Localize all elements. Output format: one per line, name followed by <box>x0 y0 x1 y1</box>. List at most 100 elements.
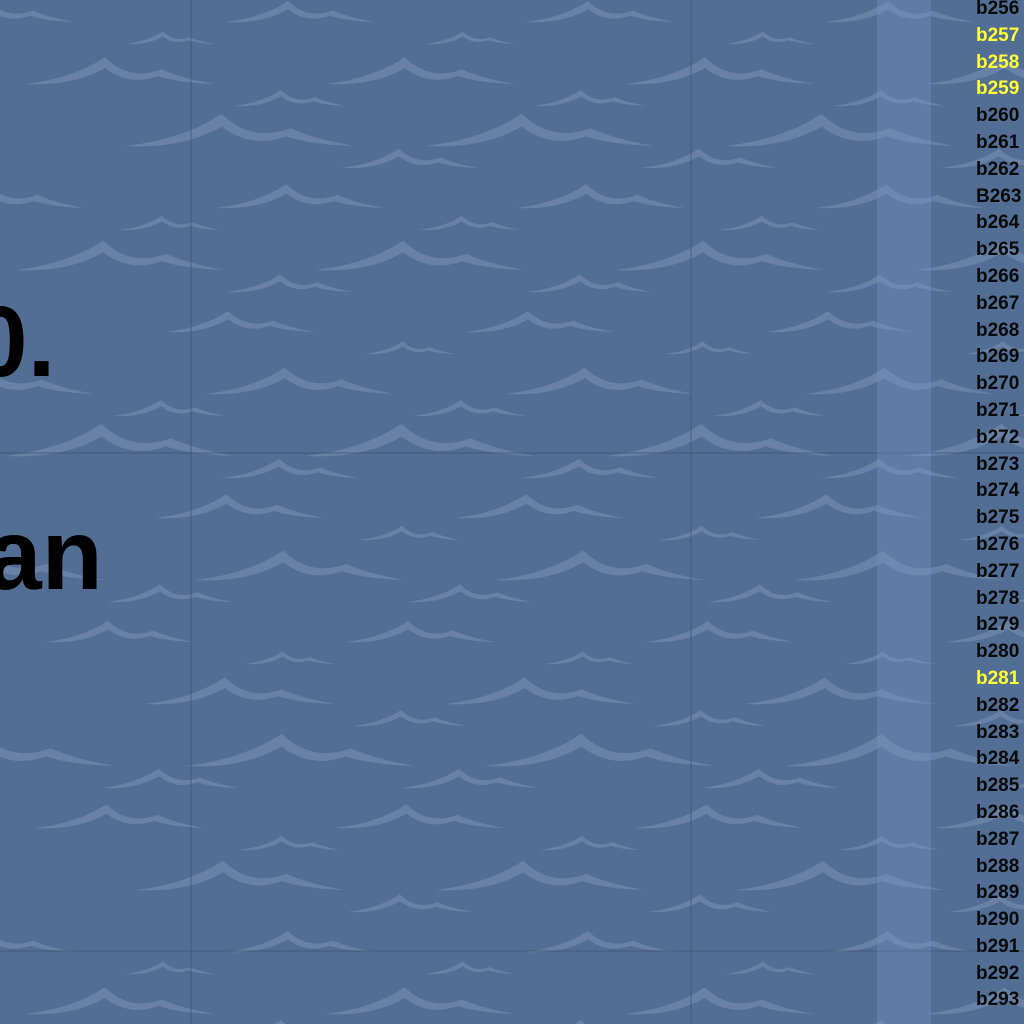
wave-mark <box>539 835 641 851</box>
wave-mark <box>647 894 773 913</box>
block-list-item[interactable]: b267 <box>976 291 1024 318</box>
grid-line-vertical <box>190 0 192 1024</box>
block-list-item[interactable]: b262 <box>976 157 1024 184</box>
wave-mark <box>239 835 341 851</box>
wave-mark <box>125 961 215 975</box>
wave-mark <box>227 274 353 293</box>
block-list-item[interactable]: b292 <box>976 961 1024 988</box>
wave-mark <box>435 860 645 891</box>
wave-mark <box>401 768 539 789</box>
wave-mark <box>641 148 779 169</box>
wave-mark <box>413 400 527 417</box>
wave-mark <box>315 240 525 271</box>
block-list: b256 b257 b258 b259 b260 b261 b262 B263 b264 b265… <box>976 0 1024 1024</box>
block-list-item[interactable]: b290 <box>976 907 1024 934</box>
wave-mark <box>719 215 821 231</box>
highlight-strip <box>877 0 931 1024</box>
wave-mark <box>215 184 385 209</box>
block-list-item[interactable]: b287 <box>976 827 1024 854</box>
wave-mark <box>713 400 827 417</box>
wave-mark <box>233 90 347 107</box>
block-list-item[interactable]: b283 <box>976 720 1024 747</box>
wave-mark <box>495 550 705 581</box>
wave-mark <box>445 677 635 705</box>
wave-mark <box>0 9 75 22</box>
wave-mark <box>325 987 515 1015</box>
grid-line-horizontal <box>0 452 1024 454</box>
wave-mark <box>515 184 685 209</box>
wave-mark <box>205 367 395 395</box>
wave-mark <box>707 584 833 603</box>
block-list-item[interactable]: b272 <box>976 425 1024 452</box>
wave-mark <box>701 768 839 789</box>
block-list-item[interactable]: b277 <box>976 559 1024 586</box>
wave-mark <box>45 621 195 643</box>
map-canvas[interactable]: 0. an b256b257b258b259b260b261b262B263b2… <box>0 0 1024 1024</box>
block-list-item[interactable]: b274 <box>976 478 1024 505</box>
wave-mark <box>653 710 767 727</box>
block-list-item[interactable]: b261 <box>976 130 1024 157</box>
block-list-item[interactable]: b270 <box>976 371 1024 398</box>
wave-mark <box>425 961 515 975</box>
block-list-item[interactable]: b269 <box>976 344 1024 371</box>
block-list-item[interactable]: b285 <box>976 773 1024 800</box>
wave-mark <box>527 274 653 293</box>
wave-mark <box>665 341 755 355</box>
wave-mark <box>419 215 521 231</box>
block-list-item[interactable]: b256 <box>976 0 1024 23</box>
wave-mark <box>107 584 233 603</box>
block-list-item[interactable]: b284 <box>976 746 1024 773</box>
wave-mark <box>407 584 533 603</box>
wave-mark <box>25 987 215 1015</box>
block-list-item[interactable]: b265 <box>976 237 1024 264</box>
block-list-item[interactable]: b288 <box>976 854 1024 881</box>
block-list-item[interactable]: b280 <box>976 639 1024 666</box>
wave-mark <box>725 31 815 45</box>
wave-mark <box>25 57 215 85</box>
wave-mark <box>533 90 647 107</box>
wave-mark <box>365 341 455 355</box>
block-list-item[interactable]: b271 <box>976 398 1024 425</box>
block-list-item[interactable]: b260 <box>976 103 1024 130</box>
block-list-item[interactable]: b286 <box>976 800 1024 827</box>
block-list-item[interactable]: b278 <box>976 586 1024 613</box>
wave-mark <box>659 525 761 541</box>
wave-mark <box>119 215 221 231</box>
block-list-item[interactable]: b268 <box>976 318 1024 345</box>
wave-mark <box>725 961 815 975</box>
wave-mark <box>113 400 227 417</box>
wave-pattern <box>0 1 1024 1024</box>
block-list-item[interactable]: b275 <box>976 505 1024 532</box>
block-list-item[interactable]: b289 <box>976 880 1024 907</box>
wave-mark <box>274 1020 286 1024</box>
wave-mark <box>195 550 405 581</box>
wave-mark <box>35 804 205 829</box>
block-list-item[interactable]: b293 <box>976 987 1024 1014</box>
wave-mark <box>425 113 655 147</box>
wave-mark <box>615 240 825 271</box>
block-list-item[interactable]: b273 <box>976 452 1024 479</box>
block-list-item[interactable]: b282 <box>976 693 1024 720</box>
wave-mark <box>225 1 375 23</box>
wave-mark <box>425 31 515 45</box>
block-list-item[interactable]: b281 <box>976 666 1024 693</box>
block-list-item[interactable]: b264 <box>976 210 1024 237</box>
block-list-item[interactable]: b291 <box>976 934 1024 961</box>
wave-mark <box>15 240 225 271</box>
block-list-item[interactable]: B263 <box>976 184 1024 211</box>
block-list-item[interactable]: b276 <box>976 532 1024 559</box>
wave-mark <box>125 113 355 147</box>
block-list-item[interactable]: b258 <box>976 50 1024 77</box>
block-list-item[interactable]: b279 <box>976 612 1024 639</box>
wave-mark <box>165 311 315 333</box>
wave-mark <box>135 860 345 891</box>
wave-mark <box>645 621 795 643</box>
block-list-item[interactable]: b259 <box>976 76 1024 103</box>
wave-mark <box>347 894 473 913</box>
wave-mark <box>625 57 815 85</box>
wave-mark <box>125 31 215 45</box>
block-list-item[interactable]: b266 <box>976 264 1024 291</box>
map-label: 0. <box>0 286 56 398</box>
wave-mark <box>359 525 461 541</box>
block-list-item[interactable]: b257 <box>976 23 1024 50</box>
